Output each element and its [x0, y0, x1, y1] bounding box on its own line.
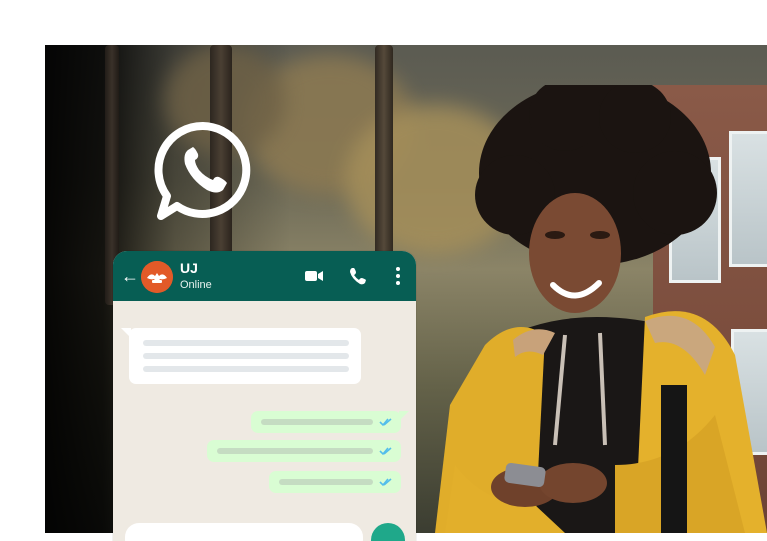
phone-icon[interactable]	[347, 265, 369, 287]
message-text-placeholder	[261, 419, 373, 425]
chat-header: ← UJ Online	[113, 251, 416, 301]
arrow-left-icon[interactable]: ←	[121, 266, 139, 286]
contact-status: Online	[180, 279, 212, 291]
incoming-message	[121, 328, 361, 384]
avatar-logo-icon	[141, 261, 173, 293]
double-check-icon	[379, 418, 392, 427]
whatsapp-logo-icon	[154, 121, 251, 220]
send-button[interactable]	[371, 523, 405, 541]
message-text-placeholder	[279, 479, 373, 485]
double-check-icon	[379, 447, 392, 456]
message-text-placeholder	[143, 366, 349, 372]
message-text-placeholder	[143, 353, 349, 359]
message-text-placeholder	[143, 340, 349, 346]
double-check-icon	[379, 478, 392, 487]
message-text-placeholder	[217, 448, 373, 454]
outgoing-message	[269, 471, 401, 493]
message-input[interactable]	[125, 523, 363, 541]
contact-name[interactable]: UJ	[180, 260, 198, 276]
video-camera-icon[interactable]	[303, 265, 325, 287]
outgoing-message	[251, 411, 409, 433]
page: ← UJ Online	[0, 0, 767, 541]
avatar[interactable]	[141, 261, 173, 293]
chat-mockup: ← UJ Online	[113, 251, 416, 541]
more-vertical-icon[interactable]	[387, 265, 409, 287]
outgoing-message	[207, 440, 401, 462]
person-illustration	[435, 85, 767, 533]
